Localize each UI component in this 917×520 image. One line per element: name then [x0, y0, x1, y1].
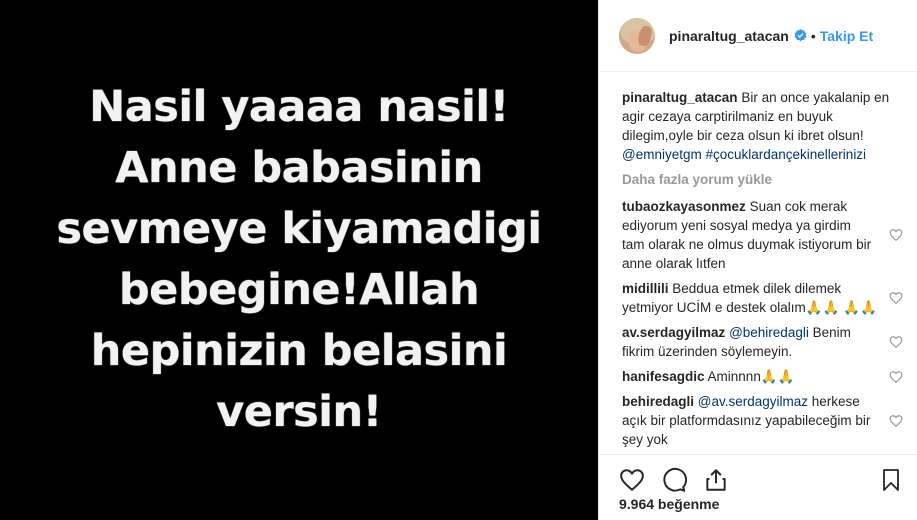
verified-badge-icon — [794, 29, 807, 42]
comment-username[interactable]: behiredagli — [622, 394, 694, 409]
caption-username[interactable]: pinaraltug_atacan — [622, 90, 738, 105]
caption-tags[interactable]: @emniyetgm #çocuklardançekinellerinizi — [622, 147, 866, 162]
comment-like-heart-icon[interactable] — [889, 414, 903, 428]
post-header: pinaraltug_atacan • Takip Et — [599, 0, 917, 72]
load-more-comments-button[interactable]: Daha fazla yorum yükle — [622, 172, 907, 187]
comment-like-heart-icon[interactable] — [889, 291, 903, 305]
comment-mention[interactable]: @behiredagli — [729, 325, 809, 340]
comment-item: behiredagli @av.serdagyilmaz herkese açı… — [622, 392, 907, 449]
instagram-post: Nasil yaaaa nasil! Anne babasinin sevmey… — [0, 0, 917, 520]
comment-item: tubaozkayasonmez Suan cok merak ediyorum… — [622, 197, 907, 273]
post-side-panel: pinaraltug_atacan • Takip Et pinaraltug_… — [598, 0, 917, 520]
comment-username[interactable]: tubaozkayasonmez — [622, 199, 746, 214]
comment-username[interactable]: midillili — [622, 281, 669, 296]
comment-like-heart-icon[interactable] — [889, 370, 903, 384]
bookmark-icon[interactable] — [879, 467, 903, 493]
comment-item: hanifesagdic Aminnnn🙏🙏 — [622, 367, 907, 386]
comment-text: Aminnnn🙏🙏 — [707, 369, 795, 384]
likes-count[interactable]: 9.964 beğenme — [619, 496, 719, 512]
comments-list[interactable]: pinaraltug_atacan Bir an once yakalanip … — [599, 72, 917, 454]
avatar[interactable] — [619, 17, 655, 54]
post-image-text: Nasil yaaaa nasil! Anne babasinin sevmey… — [56, 82, 542, 437]
post-actions-bar — [599, 454, 917, 496]
follow-button[interactable]: Takip Et — [820, 28, 873, 44]
comment-username[interactable]: av.serdagyilmaz — [622, 325, 725, 340]
comment-mention[interactable]: @av.serdagyilmaz — [698, 394, 808, 409]
heart-icon[interactable] — [619, 467, 645, 493]
separator-dot: • — [810, 27, 816, 44]
comment-like-heart-icon[interactable] — [889, 335, 903, 349]
header-username[interactable]: pinaraltug_atacan — [669, 28, 789, 44]
comment-username[interactable]: hanifesagdic — [622, 369, 705, 384]
post-image[interactable]: Nasil yaaaa nasil! Anne babasinin sevmey… — [0, 0, 598, 520]
comment-like-heart-icon[interactable] — [889, 228, 903, 242]
comment-item: av.serdagyilmaz @behiredagli Benim fikri… — [622, 323, 907, 361]
share-icon[interactable] — [703, 467, 729, 493]
comment-icon[interactable] — [661, 467, 687, 493]
post-caption: pinaraltug_atacan Bir an once yakalanip … — [622, 88, 907, 164]
comment-item: midillili Beddua etmek dilek dilemek yet… — [622, 279, 907, 317]
